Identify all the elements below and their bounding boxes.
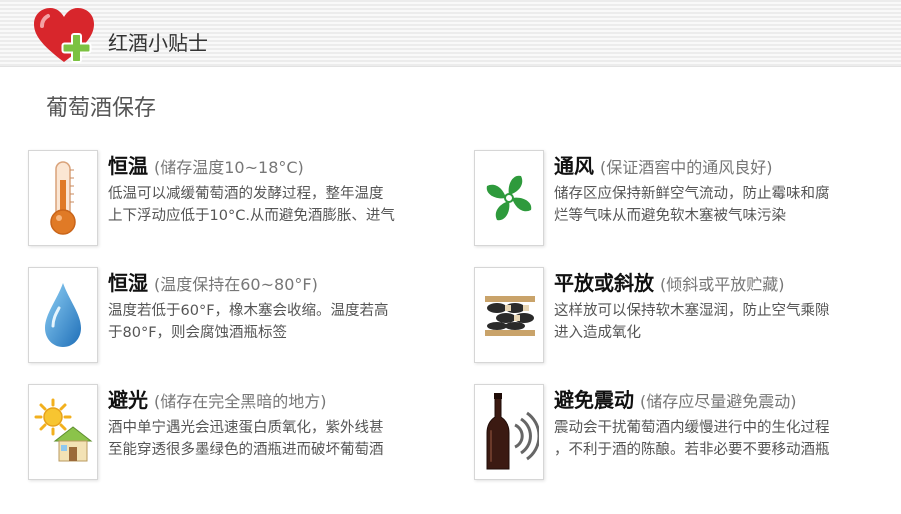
card-body: 酒中单宁遇光会迅速蛋白质氧化，紫外线甚 至能穿透很多墨绿色的酒瓶进而破坏葡萄酒 <box>108 420 384 458</box>
card-title: 恒温 <box>108 154 148 178</box>
icon-frame <box>474 150 544 246</box>
water-drop-icon <box>45 283 81 347</box>
icon-frame <box>474 384 544 480</box>
card-lay-flat-or-tilted: 平放或斜放 (倾斜或平放贮藏) 这样放可以保持软木塞湿润，防止空气乘隙 进入造成氧… <box>474 267 894 367</box>
card-body: 温度若低于60°F，橡木塞会收缩。温度若高 于80°F，则会腐蚀酒瓶标签 <box>108 303 389 341</box>
card-title: 通风 <box>554 154 594 178</box>
heart-plus-icon <box>34 8 94 63</box>
card-avoid-vibration: 避免震动 (储存应尽量避免震动) 震动会干扰葡萄酒内缓慢进行中的生化过程 ，不利于… <box>474 384 894 484</box>
card-title-line: 避免震动 (储存应尽量避免震动) <box>554 384 797 413</box>
sun-house-icon <box>34 398 93 462</box>
card-title-line: 平放或斜放 (倾斜或平放贮藏) <box>554 267 785 296</box>
card-subtitle: (储存应尽量避免震动) <box>640 392 797 411</box>
card-title-line: 恒温 (储存温度10~18°C) <box>108 150 304 179</box>
card-title: 恒湿 <box>108 271 148 295</box>
card-title-line: 通风 (保证酒窖中的通风良好) <box>554 150 773 179</box>
card-constant-temperature: 恒温 (储存温度10~18°C) 低温可以减缓葡萄酒的发酵过程，整年温度 上下浮动… <box>28 150 448 250</box>
card-subtitle: (储存温度10~18°C) <box>154 158 304 177</box>
card-subtitle: (储存在完全黑暗的地方) <box>154 392 327 411</box>
card-subtitle: (保证酒窖中的通风良好) <box>600 158 773 177</box>
card-body: 低温可以减缓葡萄酒的发酵过程，整年温度 上下浮动应低于10°C.从而避免酒膨胀、… <box>108 186 395 224</box>
icon-frame <box>28 267 98 363</box>
card-constant-humidity: 恒湿 (温度保持在60~80°F) 温度若低于60°F，橡木塞会收缩。温度若高 于… <box>28 267 448 367</box>
icon-frame <box>28 150 98 246</box>
card-subtitle: (温度保持在60~80°F) <box>154 275 318 294</box>
card-title: 避免震动 <box>554 388 634 412</box>
card-body: 这样放可以保持软木塞湿润，防止空气乘隙 进入造成氧化 <box>554 303 830 341</box>
card-title: 避光 <box>108 388 148 412</box>
header-title: 红酒小贴士 <box>108 31 208 55</box>
card-title-line: 恒湿 (温度保持在60~80°F) <box>108 267 318 296</box>
bottle-vibration-icon <box>486 393 539 470</box>
card-title-line: 避光 (储存在完全黑暗的地方) <box>108 384 327 413</box>
fan-icon <box>486 175 532 221</box>
card-body: 震动会干扰葡萄酒内缓慢进行中的生化过程 ，不利于酒的陈酿。若非必要不要移动酒瓶 <box>554 420 830 458</box>
card-title: 平放或斜放 <box>554 271 654 295</box>
wine-rack-icon <box>485 296 535 336</box>
thermometer-icon <box>50 161 76 235</box>
section-title: 葡萄酒保存 <box>46 96 157 121</box>
card-ventilation: 通风 (保证酒窖中的通风良好) 储存区应保持新鲜空气流动，防止霉味和腐 烂等气味从… <box>474 150 894 250</box>
card-avoid-light: 避光 (储存在完全黑暗的地方) 酒中单宁遇光会迅速蛋白质氧化，紫外线甚 至能穿透很… <box>28 384 448 484</box>
header-bar: 红酒小贴士 <box>0 0 901 67</box>
card-subtitle: (倾斜或平放贮藏) <box>660 275 785 294</box>
icon-frame <box>28 384 98 480</box>
icon-frame <box>474 267 544 363</box>
card-body: 储存区应保持新鲜空气流动，防止霉味和腐 烂等气味从而避免软木塞被气味污染 <box>554 186 830 224</box>
